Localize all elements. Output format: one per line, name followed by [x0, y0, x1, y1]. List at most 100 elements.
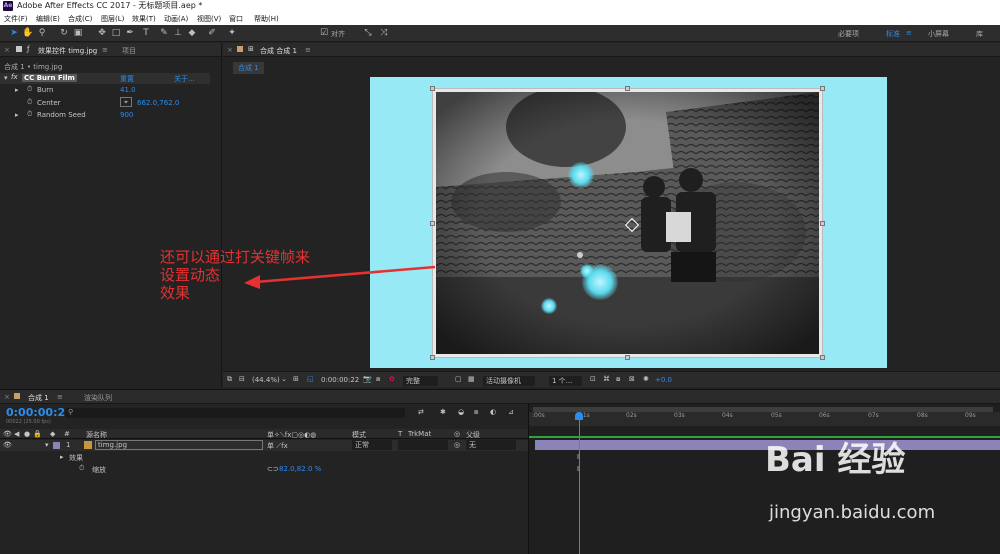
menu-layer[interactable]: 图层(L)	[101, 14, 124, 24]
tab-project[interactable]: 项目	[122, 46, 136, 56]
transform-handle[interactable]	[430, 221, 435, 226]
workspace-standard[interactable]: 标准	[886, 29, 900, 39]
effects-group-row[interactable]: ▸ 效果	[0, 452, 528, 463]
search-input[interactable]: ⚲	[65, 408, 405, 418]
trkmat-select[interactable]	[398, 440, 448, 450]
always-preview-icon[interactable]: ⧉	[227, 375, 232, 384]
shy-layers-icon[interactable]: ◒	[458, 408, 464, 416]
menu-window[interactable]: 窗口	[229, 14, 243, 24]
menu-edit[interactable]: 编辑(E)	[36, 14, 60, 24]
stopwatch-icon[interactable]: ⏱	[27, 85, 32, 94]
draft-3d-icon[interactable]: ✱	[440, 408, 446, 416]
expand-triangle-icon[interactable]: ▾	[4, 74, 8, 82]
effect-name[interactable]: CC Burn Film	[22, 74, 77, 82]
panel-lock-icon[interactable]	[16, 46, 22, 52]
workspace-small-screen[interactable]: 小屏幕	[928, 29, 949, 39]
property-value[interactable]: 41.0	[120, 86, 136, 94]
panel-menu-icon[interactable]: ≡	[305, 46, 311, 54]
flowchart-icon[interactable]: ⧇	[616, 375, 620, 384]
brush-tool-icon[interactable]: ✎	[158, 27, 170, 39]
snap-target-icon[interactable]: ⤨	[378, 27, 390, 39]
toggle-pixel-aspect-icon[interactable]: ⊡	[590, 375, 596, 383]
tab-composition[interactable]: 合成 合成 1	[260, 46, 297, 56]
effect-row[interactable]: ▾ fx CC Burn Film 重置 关于...	[0, 73, 210, 84]
property-value[interactable]: 662.0,762.0	[137, 99, 179, 107]
menu-composition[interactable]: 合成(C)	[68, 14, 92, 24]
camera-tool-icon[interactable]: ▣	[72, 27, 84, 39]
grid-icon[interactable]: ⊞	[293, 375, 299, 383]
transform-handle[interactable]	[625, 86, 630, 91]
snap-checkbox-icon[interactable]: ☑	[318, 27, 330, 39]
camera-select[interactable]: 活动摄像机	[483, 376, 535, 386]
motion-blur-icon[interactable]: ◐	[490, 408, 496, 416]
current-time[interactable]: 0:00:00:22	[321, 376, 359, 384]
transform-handle[interactable]	[625, 355, 630, 360]
comp-subtab[interactable]: 合成 1	[233, 62, 264, 74]
layer-name[interactable]: timg.jpg	[95, 440, 263, 450]
layer-image[interactable]	[433, 89, 822, 357]
tab-effect-controls[interactable]: 效果控件 timg.jpg	[38, 46, 97, 56]
views-select[interactable]: 1 个...	[549, 376, 583, 386]
property-value[interactable]: 900	[120, 111, 133, 119]
snapshot-icon[interactable]: 📷	[363, 375, 372, 383]
transform-handle[interactable]	[430, 86, 435, 91]
selection-tool-icon[interactable]: ➤	[8, 27, 20, 39]
exposure-value[interactable]: +0.0	[655, 376, 672, 384]
layer-switches[interactable]: 单 ⟋fx	[267, 441, 288, 451]
visibility-eye-icon[interactable]: 👁	[3, 441, 12, 449]
panel-menu-icon[interactable]: ≡	[57, 393, 63, 401]
exposure-icon[interactable]: ✺	[643, 375, 649, 383]
fx-icon[interactable]: fx	[11, 73, 18, 81]
tab-timeline[interactable]: 合成 1	[28, 393, 49, 403]
transparency-grid-icon[interactable]: ▦	[468, 375, 475, 383]
scale-value[interactable]: 82.0,82.0 %	[279, 465, 321, 473]
label-color-swatch[interactable]	[53, 442, 60, 449]
collapse-triangle-icon[interactable]: ▸	[15, 111, 19, 119]
zoom-select[interactable]: (44.4%)	[252, 376, 280, 384]
eraser-tool-icon[interactable]: ◆	[186, 27, 198, 39]
workspace-libraries[interactable]: 库	[976, 29, 983, 39]
transform-handle[interactable]	[820, 221, 825, 226]
parent-select[interactable]: 无	[466, 440, 516, 450]
stopwatch-icon[interactable]: ⏱	[79, 464, 84, 473]
playhead[interactable]	[579, 412, 580, 554]
stopwatch-icon[interactable]: ⏱	[27, 110, 32, 119]
parent-pickwhip-icon[interactable]: ◎	[454, 441, 460, 449]
clone-tool-icon[interactable]: ⊥	[172, 27, 184, 39]
roto-brush-icon[interactable]: ✐	[206, 27, 218, 39]
safe-margins-icon[interactable]: ◱	[307, 375, 314, 383]
rotate-tool-icon[interactable]: ↻	[58, 27, 70, 39]
time-ruler[interactable]: :00s 01s 02s 03s 04s 05s 06s 07s 08s 09s	[529, 412, 1000, 426]
channel-icon[interactable]: ✿	[389, 375, 395, 383]
expand-triangle-icon[interactable]: ▾	[45, 441, 49, 449]
comp-mini-flowchart-icon[interactable]: ⇄	[418, 408, 424, 416]
puppet-pin-icon[interactable]: ✦	[226, 27, 238, 39]
reset-button[interactable]: 重置	[120, 74, 134, 84]
menu-view[interactable]: 视图(V)	[197, 14, 221, 24]
pen-tool-icon[interactable]: ✒	[124, 27, 136, 39]
panel-lock-icon[interactable]	[14, 393, 20, 399]
zoom-tool-icon[interactable]: ⚲	[36, 27, 48, 39]
stopwatch-icon[interactable]: ⏱	[27, 98, 32, 107]
text-tool-icon[interactable]: T	[140, 27, 152, 39]
workspace-essentials[interactable]: 必要项	[838, 29, 859, 39]
close-icon[interactable]: ×	[4, 393, 10, 401]
snap-option-icon[interactable]: ⤡	[362, 27, 374, 39]
crosshair-icon[interactable]: ⌖	[120, 97, 132, 107]
layer-row[interactable]: 👁 ▾ 1 timg.jpg 单 ⟋fx 正常 ◎ 无	[0, 440, 528, 451]
menu-animation[interactable]: 动画(A)	[164, 14, 188, 24]
graph-editor-icon[interactable]: ⊿	[508, 408, 514, 416]
scale-property-row[interactable]: ⏱ 缩放 ⊂⊃ 82.0,82.0 %	[0, 464, 528, 475]
tab-render-queue[interactable]: 渲染队列	[84, 393, 112, 403]
anchor-point-icon[interactable]	[577, 252, 583, 258]
close-icon[interactable]: ×	[227, 46, 233, 54]
panel-menu-icon[interactable]: ≡	[102, 46, 108, 54]
show-snapshot-icon[interactable]: ⧈	[376, 375, 380, 384]
expand-triangle-icon[interactable]: ▸	[60, 453, 64, 461]
close-icon[interactable]: ×	[4, 46, 10, 54]
hand-tool-icon[interactable]: ✋	[22, 27, 34, 39]
resolution-select[interactable]: 完整	[403, 376, 438, 386]
workspace-menu-icon[interactable]: ≡	[906, 29, 912, 37]
playhead-handle[interactable]	[575, 412, 583, 420]
constrain-link-icon[interactable]: ⊂⊃	[267, 465, 279, 473]
